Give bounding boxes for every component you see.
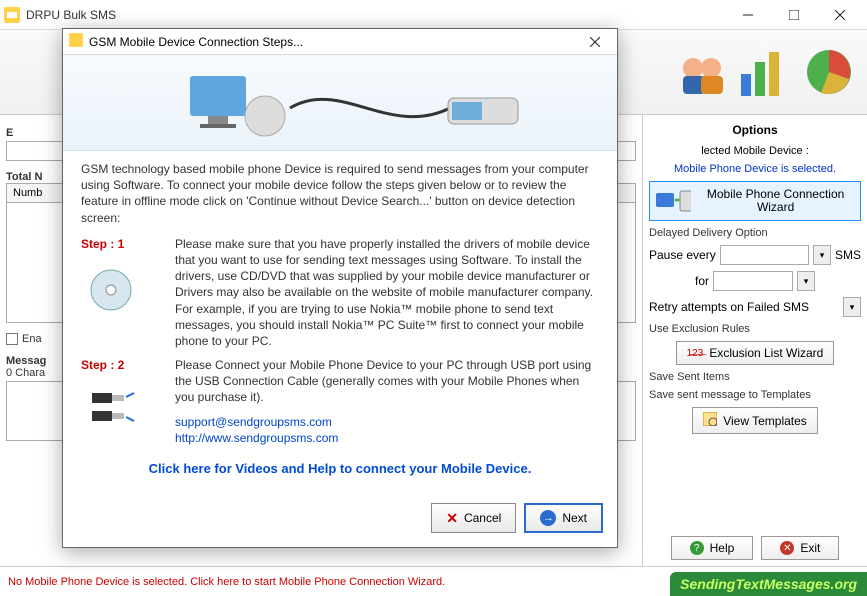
cancel-button[interactable]: ✕ Cancel [431, 503, 516, 533]
step1-label: Step : 1 [81, 236, 161, 252]
branding-badge: SendingTextMessages.org [670, 572, 867, 596]
pie-chart-icon [801, 44, 857, 100]
site-link[interactable]: http://www.sendgroupsms.com [175, 430, 599, 446]
dialog-footer: ✕ Cancel → Next [63, 495, 617, 547]
minimize-button[interactable] [725, 0, 771, 30]
selected-device-label: lected Mobile Device : [649, 145, 861, 157]
sms-suffix: SMS [835, 248, 861, 262]
dialog-hero-graphic [63, 55, 617, 151]
app-icon [4, 7, 20, 23]
maximize-button[interactable] [771, 0, 817, 30]
help-icon: ? [690, 541, 704, 555]
enable-checkbox[interactable] [6, 333, 18, 345]
step2-text: Please Connect your Mobile Phone Device … [175, 357, 599, 406]
bar-chart-icon [737, 44, 793, 100]
delayed-label: Delayed Delivery Option [649, 227, 861, 239]
pause-arrow[interactable]: ▾ [813, 245, 831, 265]
help-button[interactable]: ? Help [671, 536, 754, 560]
retry-arrow[interactable]: ▾ [843, 297, 861, 317]
save-template-label: Save sent message to Templates [649, 389, 861, 401]
dialog-titlebar: GSM Mobile Device Connection Steps... [63, 29, 617, 55]
gsm-connection-dialog: GSM Mobile Device Connection Steps... GS… [62, 28, 618, 548]
exclusion-icon: 1̶2̶3̶ [687, 348, 704, 359]
connection-wizard-button[interactable]: Mobile Phone Connection Wizard [649, 181, 861, 221]
exclusion-wizard-button[interactable]: 1̶2̶3̶ Exclusion List Wizard [676, 341, 835, 365]
exit-button[interactable]: ✕ Exit [761, 536, 839, 560]
support-link[interactable]: support@sendgroupsms.com [175, 414, 599, 430]
step1-text: Please make sure that you have properly … [175, 236, 599, 349]
for-select[interactable] [713, 271, 793, 291]
exit-icon: ✕ [780, 541, 794, 555]
status-text[interactable]: No Mobile Phone Device is selected. Clic… [8, 576, 445, 588]
cancel-icon: ✕ [446, 510, 458, 527]
dialog-close-button[interactable] [579, 30, 611, 54]
step2-label: Step : 2 [81, 357, 161, 373]
retry-label: Retry attempts on Failed SMS [649, 300, 839, 314]
next-arrow-icon: → [540, 510, 556, 526]
exclusion-label: Use Exclusion Rules [649, 323, 861, 335]
view-templates-button[interactable]: View Templates [692, 407, 818, 434]
close-main-button[interactable] [817, 0, 863, 30]
pause-label: Pause every [649, 248, 716, 262]
options-pane: Options lected Mobile Device : Mobile Ph… [642, 115, 867, 566]
for-label: for [695, 274, 709, 288]
save-sent-label: Save Sent Items [649, 371, 861, 383]
main-titlebar: DRPU Bulk SMS [0, 0, 867, 30]
monitor-phone-icon [656, 189, 691, 213]
dialog-title: GSM Mobile Device Connection Steps... [89, 35, 579, 49]
usb-icon [81, 373, 141, 429]
templates-icon [703, 412, 717, 429]
for-arrow[interactable]: ▾ [797, 271, 815, 291]
dialog-icon [69, 33, 83, 50]
video-help-link[interactable]: Click here for Videos and Help to connec… [81, 460, 599, 478]
selected-device-value: Mobile Phone Device is selected. [649, 163, 861, 175]
main-title: DRPU Bulk SMS [26, 8, 725, 22]
dialog-intro: GSM technology based mobile phone Device… [81, 161, 599, 226]
enable-label: Ena [22, 333, 42, 345]
cd-icon [81, 252, 141, 314]
people-icon [673, 44, 729, 100]
next-button[interactable]: → Next [524, 503, 603, 533]
pause-select[interactable] [720, 245, 809, 265]
dialog-content: GSM technology based mobile phone Device… [63, 151, 617, 495]
options-title: Options [649, 121, 861, 139]
